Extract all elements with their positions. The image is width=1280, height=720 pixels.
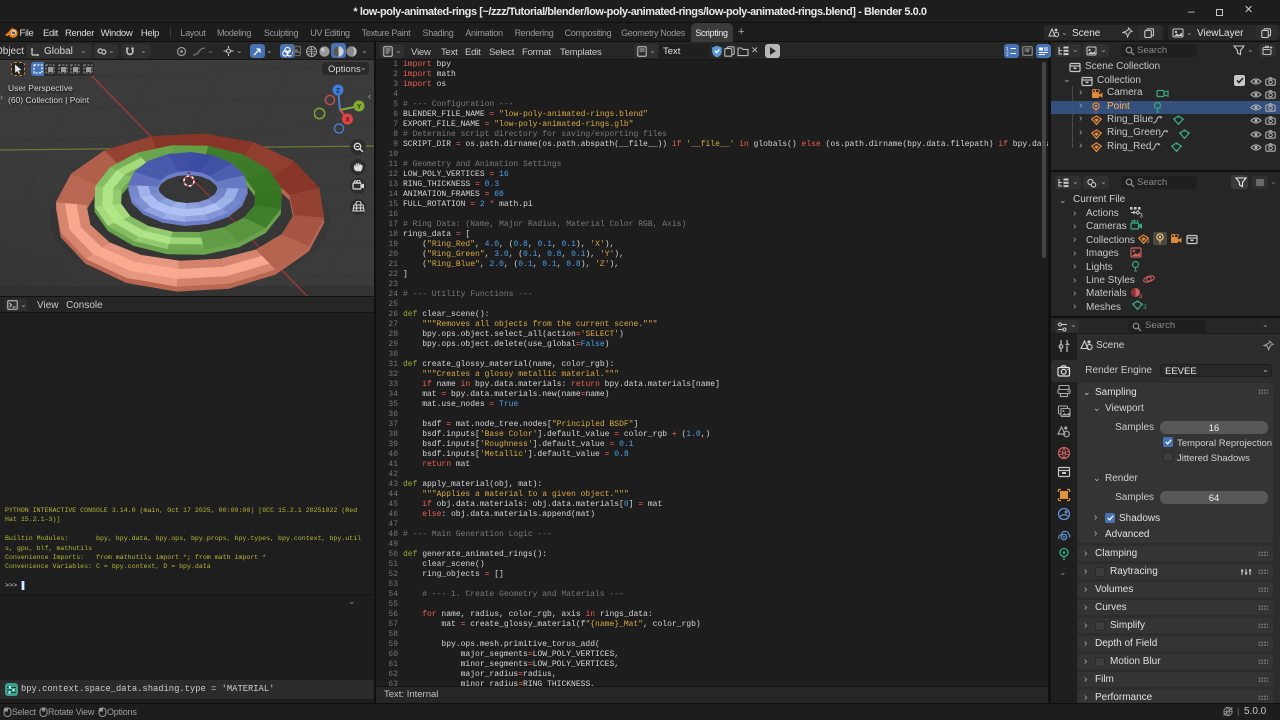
svg-text:3: 3 <box>1140 214 1144 219</box>
svg-text:4: 4 <box>1139 294 1143 299</box>
svg-text:X: X <box>345 116 350 123</box>
svg-text:2: 2 <box>1006 52 1009 57</box>
svg-text:Y: Y <box>357 103 362 110</box>
svg-text:Z: Z <box>336 87 340 94</box>
